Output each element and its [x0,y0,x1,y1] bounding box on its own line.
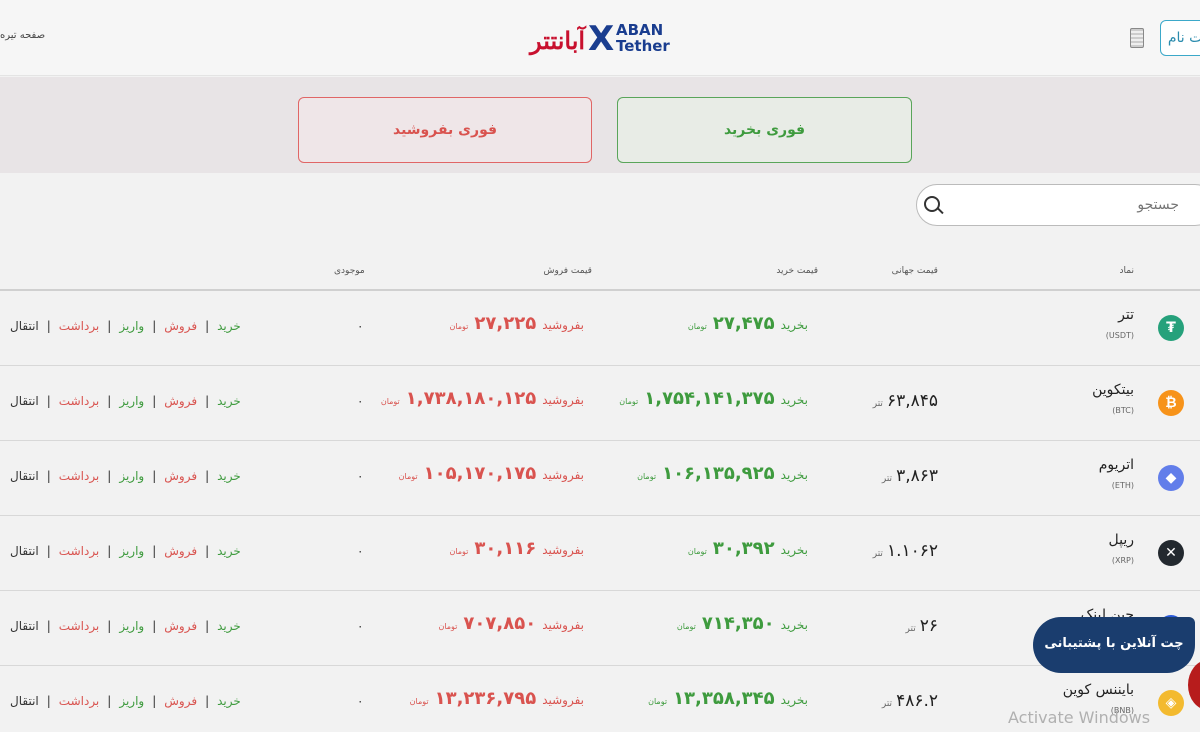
buy-link[interactable]: خرید [217,319,241,333]
buy-link[interactable]: خرید [217,544,241,558]
sell-price[interactable]: بفروشید۷۰۷,۸۵۰تومان [438,613,584,634]
quick-sell-button[interactable]: فوری بفروشید [298,97,592,163]
row-actions: انتقال | برداشت | واریز | فروش | خرید [10,544,241,558]
online-chat-button[interactable]: چت آنلاین با پشتیبانی [1033,617,1195,673]
header-world-price: قیمت جهانی [891,266,938,276]
coin-symbol: (ETH) [1111,481,1134,490]
withdraw-link[interactable]: برداشت [59,544,99,558]
world-price: ۴۸۶.۲تتر [881,691,938,711]
bitcoin-icon: ₿ [1158,390,1184,416]
row-actions: انتقال | برداشت | واریز | فروش | خرید [10,319,241,333]
sell-price[interactable]: بفروشید۳۰,۱۱۶تومان [449,538,584,559]
coin-name: تتر [1118,307,1134,323]
sell-link[interactable]: فروش [164,319,197,333]
ripple-icon: ✕ [1158,540,1184,566]
sell-price[interactable]: بفروشید۱,۷۳۸,۱۸۰,۱۲۵تومان [381,388,584,409]
balance: ۰ [357,319,364,333]
header: صفحه تیره آبانتتر X ABANTether ثبت نام [0,0,1200,76]
sell-price[interactable]: بفروشید۱۰۵,۱۷۰,۱۷۵تومان [399,463,584,484]
header-buy-price: قیمت خرید [776,266,818,276]
table-row: ✕ ریپل (XRP) ۱.۱۰۶۲تتر بخرید۳۰,۳۹۲تومان بفروش… [0,516,1200,591]
deposit-link[interactable]: واریز [119,394,144,408]
transfer-link[interactable]: انتقال [10,694,39,708]
buy-link[interactable]: خرید [217,694,241,708]
transfer-link[interactable]: انتقال [10,469,39,483]
row-actions: انتقال | برداشت | واریز | فروش | خرید [10,469,241,483]
buy-price[interactable]: بخرید۳۰,۳۹۲تومان [688,538,808,559]
buy-price[interactable]: بخرید۲۷,۴۷۵تومان [688,313,808,334]
register-button[interactable]: ثبت نام [1160,20,1200,56]
balance: ۰ [357,469,364,483]
sell-price[interactable]: بفروشید۱۳,۲۳۶,۷۹۵تومان [410,688,584,709]
transfer-link[interactable]: انتقال [10,619,39,633]
logo-persian-text: آبانتتر [530,26,586,55]
deposit-link[interactable]: واریز [119,544,144,558]
table-row: ◆ اتریوم (ETH) ۳,۸۶۳تتر بخرید۱۰۶,۱۳۵,۹۲۵توما… [0,441,1200,516]
header-sell-price: قیمت فروش [543,266,592,276]
sell-link[interactable]: فروش [164,394,197,408]
coin-name: اتریوم [1098,457,1134,473]
coin-symbol: (BTC) [1112,406,1134,415]
coin-symbol: (XRP) [1111,556,1134,565]
buy-link[interactable]: خرید [217,619,241,633]
transfer-link[interactable]: انتقال [10,319,39,333]
world-price: ۱.۱۰۶۲تتر [872,541,938,561]
search-input[interactable] [951,185,1200,225]
logo-english-text: ABAN Tether [616,21,670,55]
deposit-link[interactable]: واریز [119,619,144,633]
deposit-link[interactable]: واریز [119,469,144,483]
binance-icon: ◈ [1158,690,1184,716]
windows-watermark: Activate Windows [1008,708,1151,727]
deposit-link[interactable]: واریز [119,319,144,333]
buy-price[interactable]: بخرید۱,۷۵۴,۱۴۱,۳۷۵تومان [619,388,808,409]
ethereum-icon: ◆ [1158,465,1184,491]
quick-buy-button[interactable]: فوری بخرید [617,97,912,163]
logo[interactable]: آبانتتر X ABAN Tether [530,20,670,58]
balance: ۰ [357,694,364,708]
row-actions: انتقال | برداشت | واریز | فروش | خرید [10,694,241,708]
coin-name: ریپل [1108,532,1134,548]
balance: ۰ [357,619,364,633]
transfer-link[interactable]: انتقال [10,544,39,558]
buy-price[interactable]: بخرید۱۳,۳۵۸,۳۴۵تومان [648,688,808,709]
world-price: ۶۳,۸۴۵تتر [872,391,938,411]
search-box [916,184,1200,226]
buy-price[interactable]: بخرید۷۱۴,۳۵۰تومان [677,613,808,634]
withdraw-link[interactable]: برداشت [59,694,99,708]
calculator-icon[interactable] [1130,28,1144,48]
coin-name: بیتکوین [1092,382,1134,398]
coin-name: بایننس کوین [1062,682,1134,698]
row-actions: انتقال | برداشت | واریز | فروش | خرید [10,619,241,633]
tether-icon: ₮ [1158,315,1184,341]
buy-price[interactable]: بخرید۱۰۶,۱۳۵,۹۲۵تومان [637,463,808,484]
table-row: ⬡چین لینک(LINK)۲۶تتربخرید۷۱۴,۳۵۰تومانبفر… [0,591,1200,666]
row-actions: انتقال | برداشت | واریز | فروش | خرید [10,394,241,408]
header-symbol: نماد [1119,266,1134,276]
withdraw-link[interactable]: برداشت [59,619,99,633]
sell-link[interactable]: فروش [164,544,197,558]
balance: ۰ [357,394,364,408]
quick-trade-band: فوری بفروشید فوری بخرید [0,77,1200,173]
world-price: ۲۶تتر [905,616,938,636]
table-row: ₿ بیتکوین (BTC) ۶۳,۸۴۵تتر بخرید۱,۷۵۴,۱۴۱,۳۷۵… [0,366,1200,441]
sell-link[interactable]: فروش [164,694,197,708]
search-icon[interactable] [924,196,940,212]
sell-price[interactable]: بفروشید۲۷,۲۲۵تومان [449,313,584,334]
table-row: ₮ تتر (USDT) بخرید۲۷,۴۷۵تومان بفروشید۲۷,۲۲۵ت… [0,291,1200,366]
world-price: ۳,۸۶۳تتر [881,466,938,486]
logo-x-mark: X [588,19,615,59]
buy-link[interactable]: خرید [217,469,241,483]
header-balance: موجودی [334,266,365,276]
buy-link[interactable]: خرید [217,394,241,408]
withdraw-link[interactable]: برداشت [59,319,99,333]
sell-link[interactable]: فروش [164,469,197,483]
deposit-link[interactable]: واریز [119,694,144,708]
dark-mode-toggle[interactable]: صفحه تیره [0,30,45,41]
transfer-link[interactable]: انتقال [10,394,39,408]
balance: ۰ [357,544,364,558]
withdraw-link[interactable]: برداشت [59,394,99,408]
sell-link[interactable]: فروش [164,619,197,633]
coin-symbol: (USDT) [1105,331,1134,340]
withdraw-link[interactable]: برداشت [59,469,99,483]
